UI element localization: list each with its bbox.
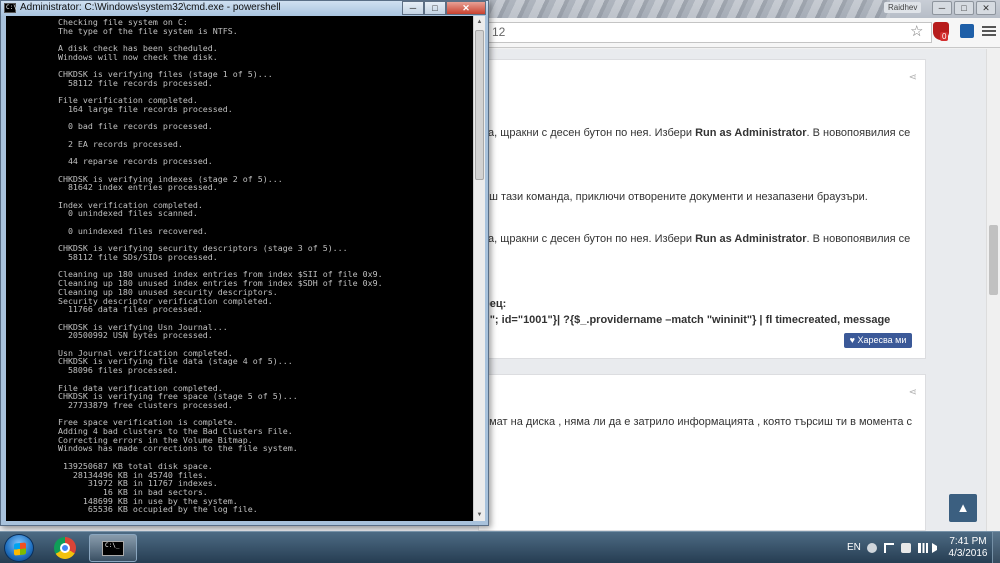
cmd-close-button[interactable]: ✕ bbox=[446, 1, 486, 15]
browser-minimize-button[interactable]: ─ bbox=[932, 1, 952, 15]
cmd-window: C:\ Administrator: C:\Windows\system32\c… bbox=[0, 0, 489, 526]
windows-logo-icon bbox=[14, 542, 26, 556]
steam-icon[interactable] bbox=[867, 543, 877, 553]
chrome-icon bbox=[54, 537, 76, 559]
show-desktop-button[interactable] bbox=[992, 532, 1000, 563]
address-bar[interactable]: 12 bbox=[488, 22, 932, 43]
post-line: иш тази команда, приключи отворените док… bbox=[483, 191, 868, 203]
scroll-down-arrow-icon[interactable]: ▼ bbox=[475, 510, 484, 520]
share-icon[interactable]: ⋖ bbox=[909, 387, 917, 398]
browser-menu-icon[interactable] bbox=[982, 24, 996, 38]
browser-user-badge[interactable]: Raidhev bbox=[884, 2, 922, 13]
like-button[interactable]: ♥ Харесва ми bbox=[844, 333, 912, 348]
scroll-to-top-button[interactable]: ▲ bbox=[949, 494, 977, 522]
system-clock[interactable]: 7:41 PM 4/3/2016 bbox=[944, 536, 992, 560]
cmd-titlebar[interactable]: C:\ Administrator: C:\Windows\system32\c… bbox=[1, 1, 488, 16]
browser-maximize-button[interactable]: □ bbox=[954, 1, 974, 15]
cmd-window-title: Administrator: C:\Windows\system32\cmd.e… bbox=[20, 2, 281, 13]
scroll-up-arrow-icon[interactable]: ▲ bbox=[475, 17, 484, 27]
clock-time: 7:41 PM bbox=[949, 536, 987, 547]
cmd-app-icon[interactable]: C:\ bbox=[4, 3, 17, 13]
cmd-maximize-button[interactable]: □ bbox=[424, 1, 446, 15]
post-card: ⋖ ка, щракни с десен бутон по нея. Избер… bbox=[478, 59, 926, 359]
start-button[interactable] bbox=[4, 534, 34, 562]
browser-scroll-thumb[interactable] bbox=[989, 225, 998, 295]
browser-window-controls: ─ □ ✕ bbox=[932, 1, 996, 15]
cmd-window-controls: ─ □ ✕ bbox=[402, 1, 486, 15]
browser-tab-strip bbox=[490, 0, 890, 18]
taskbar: C:\_ EN 7:41 PM 4/3/2016 bbox=[0, 531, 1000, 563]
taskbar-cmd-button[interactable]: C:\_ bbox=[89, 534, 137, 562]
extension-badge: 0 bbox=[940, 32, 949, 41]
volume-icon[interactable] bbox=[932, 543, 937, 553]
network-icon[interactable] bbox=[918, 543, 928, 553]
post-line: ка, щракни с десен бутон по нея. Избери … bbox=[483, 127, 911, 139]
console-scrollbar[interactable]: ▲ ▼ bbox=[473, 16, 485, 521]
code-line: n"; id="1001"}| ?{$_.providername –match… bbox=[483, 314, 891, 326]
browser-close-button[interactable]: ✕ bbox=[976, 1, 996, 15]
bookmark-star-icon[interactable]: ☆ bbox=[910, 22, 923, 40]
action-center-icon[interactable] bbox=[901, 543, 911, 553]
share-icon[interactable]: ⋖ bbox=[909, 72, 917, 83]
taskbar-chrome-button[interactable] bbox=[44, 535, 84, 561]
post-line: ка, щракни с десен бутон по нея. Избери … bbox=[483, 233, 911, 245]
extension-icon[interactable] bbox=[960, 24, 974, 38]
console-text: Checking file system on C: The type of t… bbox=[57, 17, 383, 515]
tray-expand-icon[interactable] bbox=[884, 543, 894, 553]
cmd-icon: C:\_ bbox=[102, 541, 124, 556]
post-line: омат на диска , няма ли да е затрило инф… bbox=[483, 416, 912, 428]
console-scroll-thumb[interactable] bbox=[475, 30, 484, 180]
post-card: ⋖ омат на диска , няма ли да е затрило и… bbox=[478, 374, 926, 531]
language-indicator[interactable]: EN bbox=[847, 542, 861, 553]
console-output[interactable]: Checking file system on C: The type of t… bbox=[6, 16, 473, 521]
cmd-minimize-button[interactable]: ─ bbox=[402, 1, 424, 15]
clock-date: 4/3/2016 bbox=[948, 548, 988, 559]
